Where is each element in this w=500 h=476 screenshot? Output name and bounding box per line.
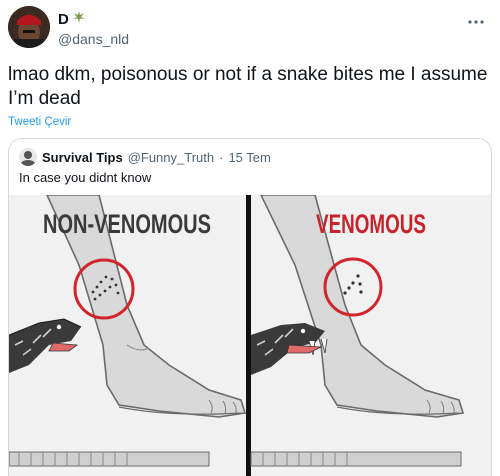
quote-text: In case you didnt know <box>19 170 152 185</box>
more-horizontal-icon[interactable] <box>466 12 486 32</box>
snake-bite-illustration[interactable]: NON-VENOMOUS VENOMOUS <box>9 195 491 476</box>
quote-avatar <box>19 148 37 166</box>
non-venomous-label: NON-VENOMOUS <box>43 209 211 239</box>
quote-display-name: Survival Tips <box>42 149 123 165</box>
quoted-tweet-card[interactable]: Survival Tips @Funny_Truth · 15 Tem In c… <box>8 138 492 476</box>
panel-divider <box>246 195 251 476</box>
venomous-label: VENOMOUS <box>316 209 426 239</box>
author-username[interactable]: @dans_nld <box>58 30 129 48</box>
quote-separator: · <box>219 149 224 165</box>
author-avatar[interactable] <box>8 6 50 48</box>
author-display-name[interactable]: D <box>58 11 69 29</box>
tweet-text: lmao dkm, poisonous or not if a snake bi… <box>8 64 488 109</box>
quote-date: 15 Tem <box>228 149 271 165</box>
leaf-emoji-icon <box>72 10 86 29</box>
quote-username: @Funny_Truth <box>127 149 215 165</box>
translate-tweet-link[interactable]: Tweeti Çevir <box>8 116 71 128</box>
